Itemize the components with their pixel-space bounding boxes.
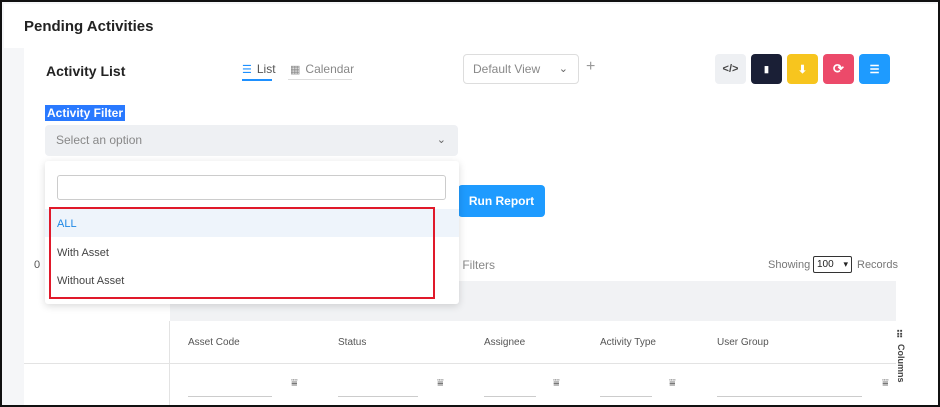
filter-icon[interactable]: ⩸: [669, 377, 676, 390]
activity-filter-dropdown: ALL With Asset Without Asset: [45, 161, 459, 304]
column-header-user-group[interactable]: User Group: [717, 337, 769, 348]
card-title: Activity List: [46, 63, 126, 79]
view-select[interactable]: Default View ⌄: [463, 54, 579, 84]
settings-button[interactable]: ☰: [859, 54, 890, 84]
activity-card: Activity List ☰ List ▦ Calendar Default …: [24, 48, 938, 405]
columns-toggle[interactable]: ⠿ Columns: [896, 330, 910, 383]
document-icon: ▮: [764, 63, 769, 74]
refresh-button[interactable]: ⟳: [823, 54, 854, 84]
columns-toggle-label: Columns: [896, 344, 906, 383]
settings-sliders-icon: ☰: [869, 63, 880, 76]
column-header-assignee[interactable]: Assignee: [484, 337, 525, 348]
page-size-value: 100: [817, 259, 834, 270]
add-view-button[interactable]: +: [586, 58, 595, 76]
filter-icon[interactable]: ⩸: [291, 377, 298, 390]
tab-calendar-label: Calendar: [305, 62, 355, 76]
page-title: Pending Activities: [24, 18, 154, 35]
column-header-asset-code[interactable]: Asset Code: [188, 337, 240, 348]
active-tab-indicator: [242, 79, 272, 81]
tab-list-label: List: [256, 62, 276, 76]
table-left-pane: [24, 321, 170, 405]
showing-label: Showing: [768, 259, 811, 271]
view-select-value: Default View: [473, 62, 541, 76]
records-label: Records: [857, 259, 898, 271]
list-icon: ☰: [242, 63, 252, 76]
chevron-down-icon: ⌄: [558, 63, 568, 75]
filter-icon[interactable]: ⩸: [437, 377, 444, 390]
tab-calendar[interactable]: ▦ Calendar: [290, 60, 354, 78]
annotation-highlight-box: [49, 207, 435, 299]
tab-divider: [288, 79, 352, 80]
dropdown-search-input[interactable]: [57, 175, 446, 200]
chevron-down-icon: ⌄: [436, 134, 446, 146]
column-header-status[interactable]: Status: [338, 337, 366, 348]
activity-filter-select[interactable]: Select an option ⌄: [45, 125, 458, 156]
app-frame: Pending Activities Activity List ☰ List …: [0, 0, 940, 407]
tab-list[interactable]: ☰ List: [242, 60, 276, 78]
select-placeholder: Select an option: [56, 133, 143, 147]
header-divider: [170, 363, 896, 364]
filter-icon[interactable]: ⩸: [553, 377, 560, 390]
column-header-activity-type[interactable]: Activity Type: [600, 337, 656, 348]
code-icon: </>: [722, 63, 739, 75]
download-icon: ⬇: [797, 63, 808, 76]
partial-filters-label[interactable]: r Filters: [455, 258, 495, 272]
document-button[interactable]: ▮: [751, 54, 782, 84]
download-button[interactable]: ⬇: [787, 54, 818, 84]
page-size-select[interactable]: 100 ▾: [813, 256, 852, 273]
activity-filter-label: Activity Filter: [45, 105, 126, 121]
grid-icon: ⠿: [896, 330, 903, 341]
code-button[interactable]: </>: [715, 54, 746, 84]
column-filter-input[interactable]: [188, 396, 272, 397]
column-filter-input[interactable]: [484, 396, 536, 397]
column-filter-input[interactable]: [717, 396, 862, 397]
partial-count: 0: [34, 259, 41, 271]
column-filter-input[interactable]: [600, 396, 652, 397]
run-report-button[interactable]: Run Report: [458, 185, 545, 217]
column-filter-input[interactable]: [338, 396, 418, 397]
calendar-icon: ▦: [290, 63, 301, 76]
filter-icon[interactable]: ⩸: [882, 377, 889, 390]
chevron-down-icon: ▾: [843, 259, 848, 269]
top-bar: Pending Activities: [4, 4, 938, 48]
refresh-icon: ⟳: [833, 61, 844, 76]
